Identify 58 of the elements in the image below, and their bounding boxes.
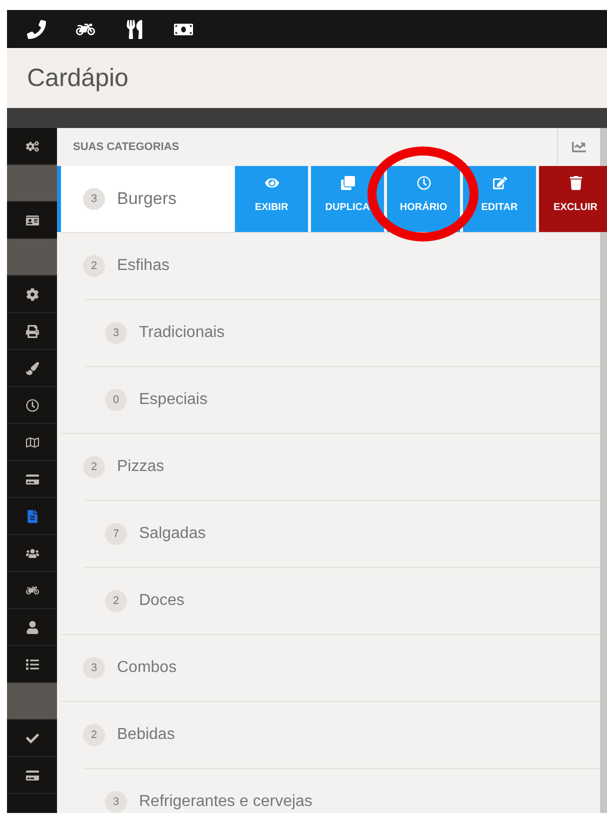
- document-icon: [26, 510, 38, 522]
- trash-icon: [568, 176, 582, 190]
- gear-icon: [26, 288, 38, 300]
- view-button[interactable]: EXIBIR: [235, 166, 308, 232]
- page-title: Cardápio: [27, 64, 128, 92]
- category-name: Refrigerantes e cervejas: [139, 793, 312, 811]
- category-name: Tradicionais: [139, 324, 225, 342]
- list-icon: [26, 658, 38, 670]
- user-icon: [26, 620, 38, 634]
- panel-title: SUAS CATEGORIAS: [72, 140, 180, 152]
- count-badge: 2: [83, 724, 105, 746]
- check-icon: [26, 732, 38, 744]
- category-item[interactable]: 0 Especiais: [85, 367, 208, 433]
- category-name: Especiais: [139, 391, 208, 409]
- clock-icon: [26, 398, 38, 412]
- map-icon: [26, 436, 38, 448]
- scrollbar[interactable]: [600, 128, 607, 813]
- brush-icon: [26, 362, 38, 374]
- credit-card-icon: [26, 472, 38, 486]
- count-badge: 2: [105, 590, 127, 612]
- phone-icon[interactable]: [27, 20, 46, 38]
- count-badge: 2: [83, 255, 105, 277]
- category-item[interactable]: 2 Esfihas: [61, 233, 170, 299]
- category-item[interactable]: 2 Bebidas: [61, 702, 175, 768]
- printer-icon: [26, 324, 38, 338]
- schedule-button[interactable]: HORÁRIO: [387, 166, 460, 232]
- count-badge: 3: [83, 657, 105, 679]
- category-item[interactable]: 7 Salgadas: [85, 501, 206, 567]
- category-name: Doces: [139, 592, 184, 610]
- category-item[interactable]: 3 Tradicionais: [85, 300, 225, 366]
- category-name: Esfihas: [117, 257, 170, 275]
- category-item[interactable]: 3 Combos: [61, 635, 177, 701]
- delete-button[interactable]: EXCLUIR: [539, 166, 607, 232]
- users-icon: [26, 546, 38, 560]
- count-badge: 3: [105, 322, 127, 344]
- count-badge: 3: [105, 791, 127, 813]
- count-badge: 0: [105, 389, 127, 411]
- category-name: Pizzas: [117, 458, 164, 476]
- id-card-icon: [26, 214, 38, 226]
- count-badge: 2: [83, 456, 105, 478]
- chart-icon: [572, 140, 586, 154]
- gears-icon: [26, 140, 38, 152]
- copy-icon: [340, 176, 354, 190]
- motorcycle-icon: [26, 584, 38, 596]
- category-name: Combos: [117, 659, 177, 677]
- category-item[interactable]: 2 Doces: [85, 568, 184, 634]
- category-item[interactable]: 3 Burgers: [57, 166, 233, 232]
- category-item[interactable]: 2 Pizzas: [61, 434, 164, 500]
- count-badge: 7: [105, 523, 127, 545]
- eye-icon: [264, 176, 278, 190]
- clock-icon: [416, 176, 430, 190]
- category-name: Bebidas: [117, 726, 175, 744]
- category-name: Burgers: [117, 189, 177, 209]
- count-badge: 3: [83, 188, 105, 210]
- credit-card-icon: [26, 768, 38, 782]
- edit-icon: [492, 176, 506, 190]
- category-item[interactable]: 3 Refrigerantes e cervejas: [85, 769, 312, 813]
- category-name: Salgadas: [139, 525, 206, 543]
